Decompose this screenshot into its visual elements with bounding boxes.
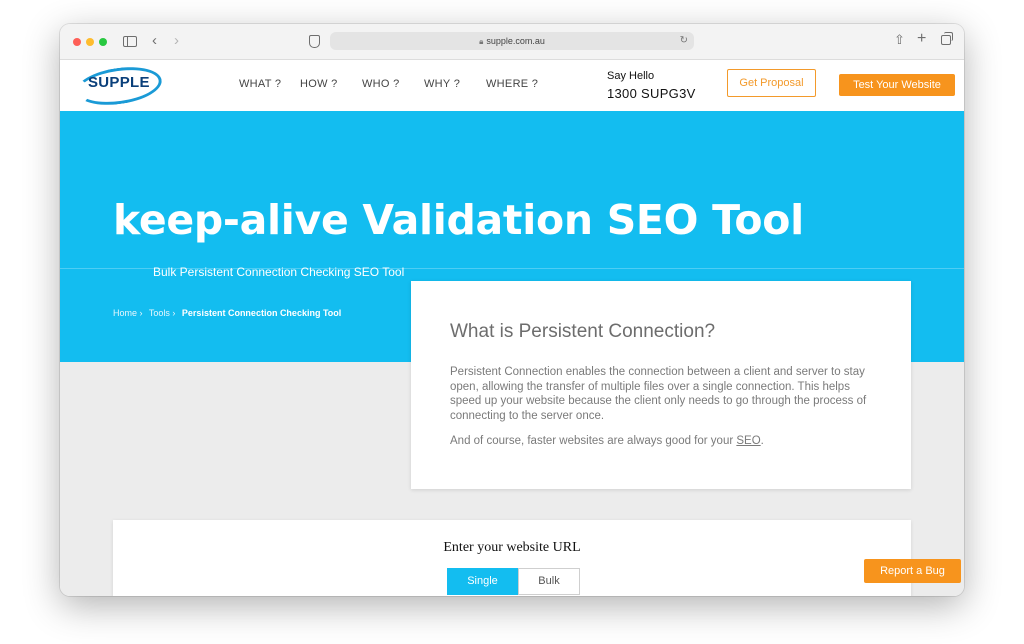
breadcrumb-current: Persistent Connection Checking Tool	[181, 308, 342, 318]
info-paragraph: Persistent Connection enables the connec…	[450, 366, 867, 422]
breadcrumb-home[interactable]: Home	[113, 308, 137, 318]
browser-toolbar: ‹ › 🔒︎ supple.com.au ↻ ⇧ +	[60, 24, 964, 60]
browser-window: ‹ › 🔒︎ supple.com.au ↻ ⇧ + SUPPLE WHAT ? …	[60, 24, 964, 596]
back-arrow-icon[interactable]: ‹	[152, 33, 157, 48]
lock-icon: 🔒︎	[479, 37, 484, 46]
breadcrumb-separator: ›	[172, 308, 176, 318]
breadcrumb: Home › Tools › Persistent Connection Che…	[113, 308, 345, 318]
tab-single[interactable]: Single	[447, 568, 518, 595]
info-paragraph-seo: And of course, faster websites are alway…	[450, 435, 880, 447]
page-title: keep-alive Validation SEO Tool	[113, 196, 804, 244]
seo-link[interactable]: SEO	[736, 435, 760, 447]
logo-text: SUPPLE	[88, 74, 150, 91]
info-text: And of course, faster websites are alway…	[450, 435, 737, 447]
url-form-card: Enter your website URL Single Bulk	[113, 520, 911, 596]
report-bug-button[interactable]: Report a Bug	[864, 559, 961, 583]
say-hello-label: Say Hello	[607, 70, 655, 82]
nav-who[interactable]: WHO ?	[362, 78, 400, 90]
test-website-button[interactable]: Test Your Website	[839, 74, 955, 96]
tab-bulk[interactable]: Bulk	[518, 568, 580, 595]
info-text-end: .	[760, 435, 764, 447]
nav-why[interactable]: WHY ?	[424, 78, 460, 90]
sidebar-toggle-icon[interactable]	[123, 36, 137, 47]
privacy-shield-icon[interactable]	[309, 35, 320, 48]
nav-how[interactable]: HOW ?	[300, 78, 338, 90]
close-window-button[interactable]	[73, 38, 81, 46]
site-header: SUPPLE WHAT ? HOW ? WHO ? WHY ? WHERE ? …	[60, 60, 964, 111]
phone-number[interactable]: 1300 SUPG3V	[607, 86, 696, 101]
share-icon[interactable]: ⇧	[894, 33, 905, 46]
zoom-window-button[interactable]	[99, 38, 107, 46]
reload-icon[interactable]: ↻	[680, 32, 688, 50]
page-subtitle: Bulk Persistent Connection Checking SEO …	[153, 265, 405, 279]
minimize-window-button[interactable]	[86, 38, 94, 46]
new-tab-icon[interactable]: +	[917, 31, 926, 47]
info-card: What is Persistent Connection? Persisten…	[411, 281, 911, 489]
nav-where[interactable]: WHERE ?	[486, 78, 538, 90]
nav-what[interactable]: WHAT ?	[239, 78, 281, 90]
breadcrumb-tools[interactable]: Tools	[149, 308, 170, 318]
tab-overview-icon[interactable]	[941, 32, 953, 45]
form-title: Enter your website URL	[443, 540, 581, 555]
get-proposal-button[interactable]: Get Proposal	[727, 69, 816, 97]
forward-arrow-icon[interactable]: ›	[174, 33, 179, 48]
address-bar[interactable]: 🔒︎ supple.com.au ↻	[330, 32, 694, 50]
address-url: supple.com.au	[486, 36, 545, 46]
info-title: What is Persistent Connection?	[450, 321, 716, 342]
supple-logo[interactable]: SUPPLE	[73, 62, 165, 110]
breadcrumb-separator: ›	[139, 308, 143, 318]
